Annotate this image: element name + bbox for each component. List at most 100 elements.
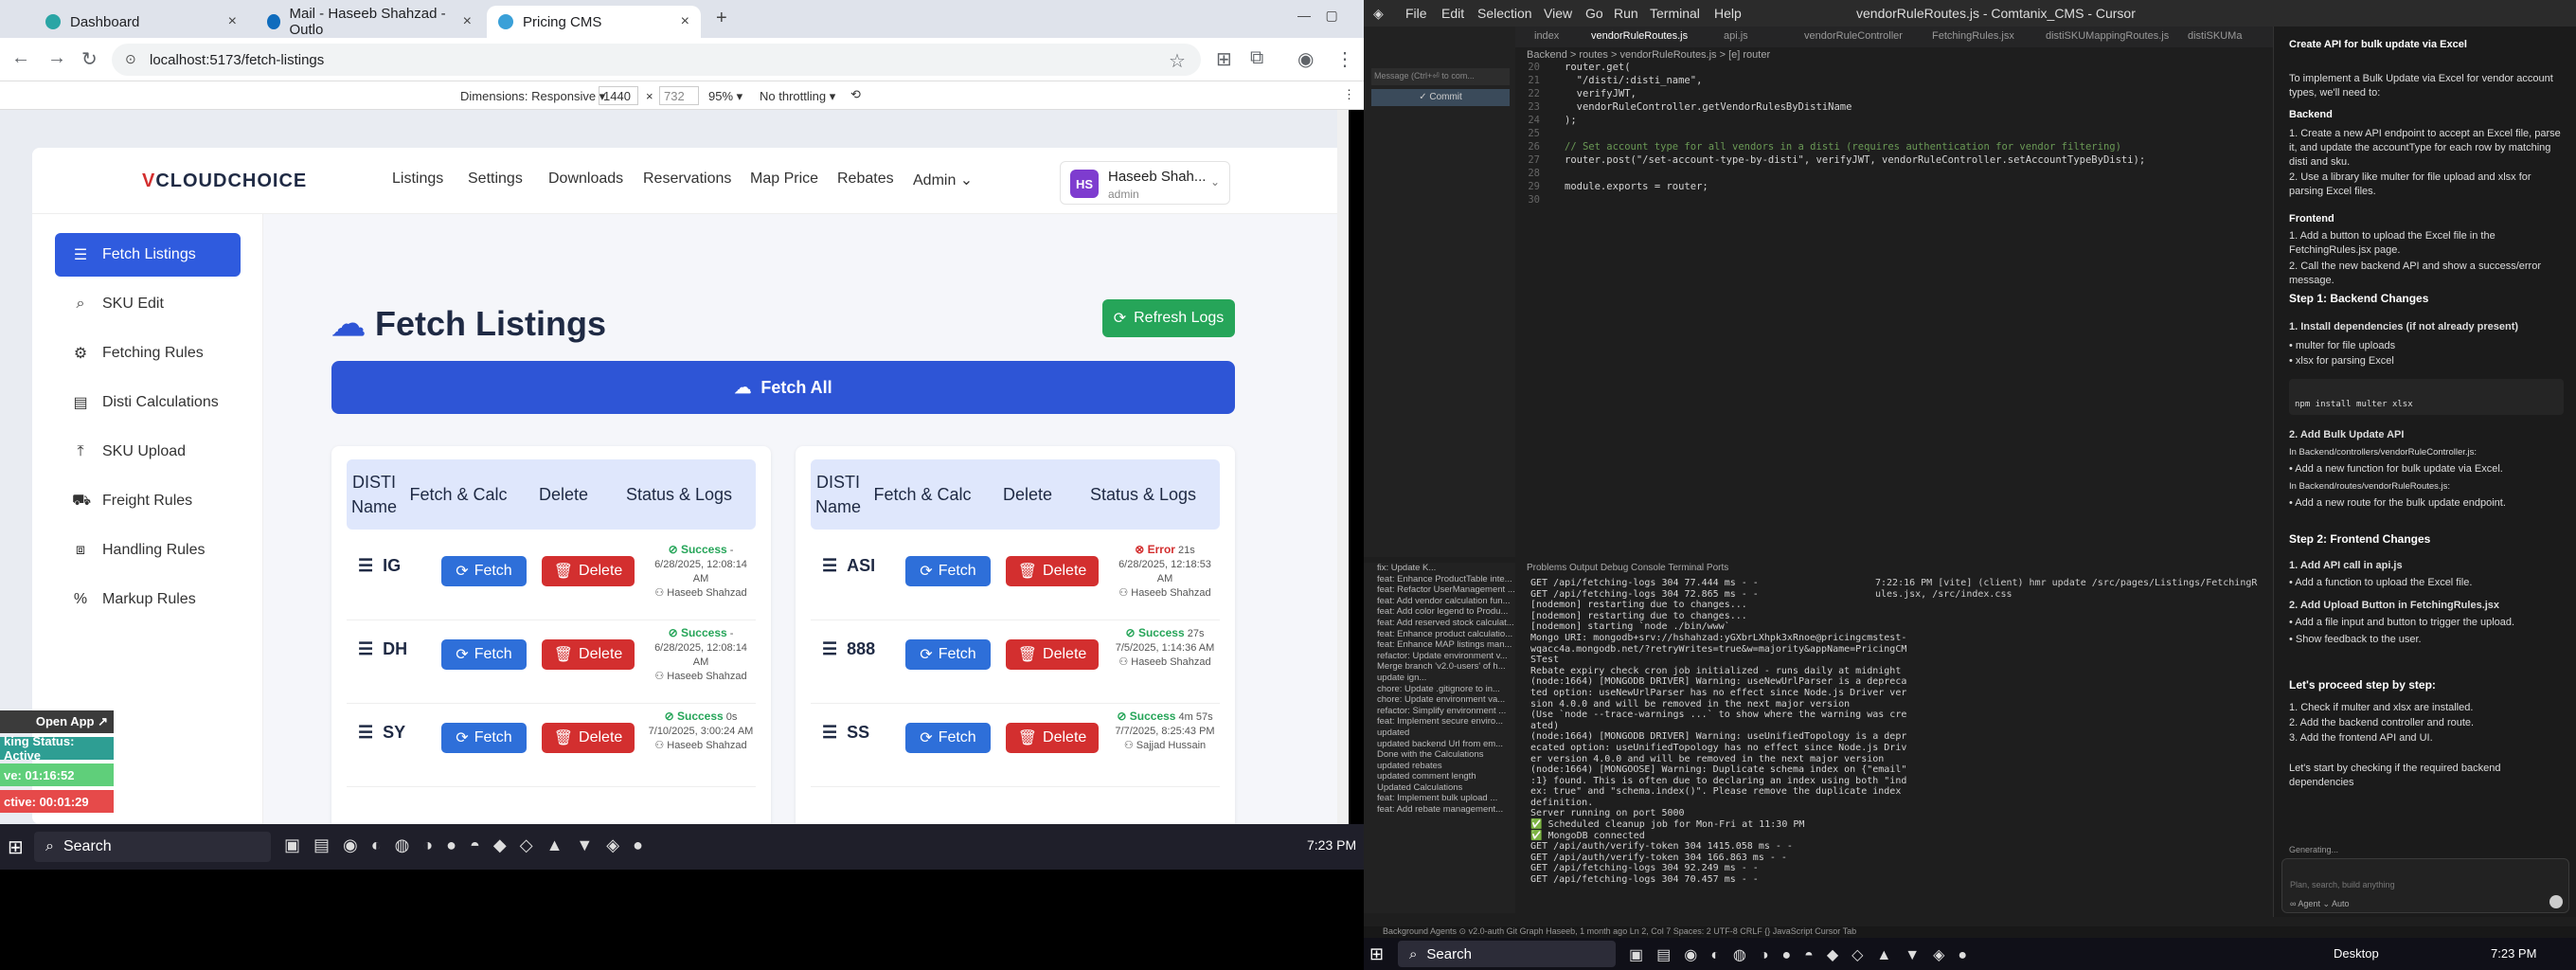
nav-map-price[interactable]: Map Price	[750, 171, 818, 188]
fetch-button[interactable]: ⟳ Fetch	[905, 723, 991, 753]
tab-dashboard[interactable]: Dashboard ×	[34, 6, 248, 38]
user-menu[interactable]: HS Haseeb Shah... admin ⌄	[1060, 161, 1230, 205]
delete-button[interactable]: 🗑 Delete	[542, 723, 635, 753]
commit-item[interactable]: feat: Add rebate management...	[1377, 804, 1515, 816]
fetch-all-button[interactable]: ☁ Fetch All	[331, 361, 1235, 414]
rotate-icon[interactable]: ⟲	[850, 87, 861, 102]
extensions-icon[interactable]: ⊞	[1216, 47, 1232, 71]
reload-icon[interactable]: ↻	[81, 47, 98, 71]
commit-item[interactable]: refactor: Update environment v...	[1377, 651, 1515, 662]
menu-run[interactable]: Run	[1614, 6, 1638, 21]
commit-item[interactable]: updated	[1377, 728, 1515, 739]
commit-item[interactable]: updated backend Url from em...	[1377, 739, 1515, 750]
fetch-button[interactable]: ⟳ Fetch	[441, 639, 527, 670]
scrollbar[interactable]	[1337, 110, 1349, 824]
site-info-icon[interactable]: ⊙	[125, 51, 136, 67]
chat-input-box[interactable]: Plan, search, build anything ∞ Agent ⌄ A…	[2281, 858, 2569, 913]
throttling-select[interactable]: No throttling ▾	[760, 89, 835, 104]
delete-button[interactable]: 🗑 Delete	[1006, 556, 1099, 586]
sidebar-item-sku-edit[interactable]: ⌕ SKU Edit	[55, 282, 241, 326]
fetch-button[interactable]: ⟳ Fetch	[905, 556, 991, 586]
delete-button[interactable]: 🗑 Delete	[1006, 723, 1099, 753]
commit-item[interactable]: chore: Update environment va...	[1377, 694, 1515, 706]
commit-item[interactable]: feat: Add reserved stock calculat...	[1377, 618, 1515, 629]
commit-item[interactable]: feat: Add color legend to Produ...	[1377, 606, 1515, 618]
desktop-label[interactable]: Desktop	[2334, 946, 2379, 961]
sidebar-item-fetching-rules[interactable]: ⚙ Fetching Rules	[55, 332, 241, 375]
zoom-select[interactable]: 95% ▾	[708, 89, 742, 104]
forward-icon[interactable]: →	[47, 47, 66, 69]
send-button[interactable]	[2549, 895, 2563, 908]
delete-button[interactable]: 🗑 Delete	[542, 556, 635, 586]
windows-start-icon[interactable]: ⊞	[1369, 944, 1384, 964]
height-input[interactable]: 732	[659, 86, 699, 105]
tab-mail[interactable]: Mail - Haseeb Shahzad - Outlo ×	[256, 6, 483, 38]
commit-item[interactable]: chore: Update .gitignore to in...	[1377, 684, 1515, 695]
menu-selection[interactable]: Selection	[1477, 6, 1532, 21]
fetch-button[interactable]: ⟳ Fetch	[441, 556, 527, 586]
menu-file[interactable]: File	[1405, 6, 1427, 21]
sidebar-item-sku-upload[interactable]: ⤒ SKU Upload	[55, 430, 241, 474]
commit-item[interactable]: feat: Implement bulk upload ...	[1377, 793, 1515, 804]
terminal-output[interactable]: GET /api/fetching-logs 304 77.444 ms - -…	[1530, 578, 2212, 900]
commit-item[interactable]: feat: Enhance MAP listings man...	[1377, 639, 1515, 651]
commit-item[interactable]: feat: Implement secure enviro...	[1377, 716, 1515, 728]
close-icon[interactable]: ×	[228, 13, 237, 30]
window-controls[interactable]: — ▢	[1297, 8, 1338, 24]
terminal-output-vite[interactable]: 7:22:16 PM [vite] (client) hmr update /s…	[1875, 578, 2257, 601]
taskbar-pinned-apps[interactable]: ▣▤◉◐◍◑●◓◆◇▲▼◈●	[1629, 945, 1980, 964]
menu-go[interactable]: Go	[1585, 6, 1603, 21]
taskbar-search[interactable]: ⌕ Search	[1398, 941, 1616, 967]
taskbar-pinned-apps[interactable]: ▣▤◉◐◍◑●◓◆◇▲▼◈●	[284, 835, 656, 855]
commit-item[interactable]: Merge branch 'v2.0-users' of h...	[1377, 661, 1515, 673]
open-app-button[interactable]: Open App ↗	[0, 710, 114, 733]
commit-item[interactable]: feat: Enhance product calculatio...	[1377, 629, 1515, 640]
tab-disti-sku-ma[interactable]: distiSKUMa	[2188, 30, 2242, 42]
more-options-icon[interactable]: ⋮	[1343, 87, 1355, 102]
menu-edit[interactable]: Edit	[1441, 6, 1464, 21]
nav-admin[interactable]: Admin ⌄	[913, 171, 973, 189]
commit-item[interactable]: Updated Calculations	[1377, 782, 1515, 794]
puzzle-icon[interactable]: ⧉	[1250, 47, 1263, 69]
code-snippet[interactable]: npm install multer xlsx	[2289, 379, 2564, 415]
windows-start-icon[interactable]: ⊞	[8, 835, 24, 859]
commit-item[interactable]: updated rebates	[1377, 761, 1515, 772]
refresh-logs-button[interactable]: ⟳ Refresh Logs	[1102, 299, 1235, 337]
commit-item[interactable]: refactor: Simplify environment ...	[1377, 706, 1515, 717]
nav-listings[interactable]: Listings	[392, 171, 443, 188]
nav-downloads[interactable]: Downloads	[548, 171, 623, 188]
commit-message-input[interactable]: Message (Ctrl+⏎ to com...	[1371, 68, 1510, 85]
tab-vendor-rule-routes[interactable]: vendorRuleRoutes.js	[1591, 30, 1688, 42]
close-icon[interactable]: ×	[463, 13, 472, 30]
tab-vendor-rule-controller[interactable]: vendorRuleController	[1804, 30, 1903, 42]
tab-api[interactable]: api.js	[1724, 30, 1748, 42]
address-bar[interactable]: ⊙ localhost:5173/fetch-listings	[112, 44, 1201, 76]
menu-terminal[interactable]: Terminal	[1650, 6, 1700, 21]
sidebar-item-handling-rules[interactable]: ⧈ Handling Rules	[55, 529, 241, 572]
commit-button[interactable]: ✓ Commit	[1371, 89, 1510, 106]
panel-tabs[interactable]: Problems Output Debug Console Terminal P…	[1515, 563, 2197, 576]
sidebar-item-markup-rules[interactable]: % Markup Rules	[55, 578, 241, 621]
nav-rebates[interactable]: Rebates	[837, 171, 894, 188]
menu-view[interactable]: View	[1544, 6, 1572, 21]
commit-item[interactable]: feat: Enhance ProductTable inte...	[1377, 574, 1515, 585]
sidebar-item-fetch-listings[interactable]: ☰ Fetch Listings	[55, 233, 241, 277]
sidebar-item-disti-calculations[interactable]: ▤ Disti Calculations	[55, 381, 241, 424]
nav-settings[interactable]: Settings	[468, 171, 523, 188]
profile-icon[interactable]: ◉	[1297, 47, 1314, 71]
code-editor[interactable]: 20 router.get(21 "/disti/:disti_name", 22 …	[1515, 61, 2197, 553]
fetch-button[interactable]: ⟳ Fetch	[905, 639, 991, 670]
close-icon[interactable]: ×	[681, 13, 689, 30]
fetch-button[interactable]: ⟳ Fetch	[441, 723, 527, 753]
delete-button[interactable]: 🗑 Delete	[1006, 639, 1099, 670]
tab-index[interactable]: index	[1534, 30, 1559, 42]
commit-item[interactable]: updated comment length	[1377, 771, 1515, 782]
tab-pricing-cms[interactable]: Pricing CMS ×	[487, 6, 701, 38]
logo[interactable]: VCLOUDCHOICE	[142, 171, 307, 192]
bookmark-star-icon[interactable]: ☆	[1169, 49, 1186, 73]
taskbar-search[interactable]: ⌕ Search	[34, 832, 271, 862]
sidebar-item-freight-rules[interactable]: ⛟ Freight Rules	[55, 479, 241, 523]
width-input[interactable]: 1440	[599, 86, 638, 105]
commit-item[interactable]: update ign...	[1377, 673, 1515, 684]
nav-reservations[interactable]: Reservations	[643, 171, 731, 188]
